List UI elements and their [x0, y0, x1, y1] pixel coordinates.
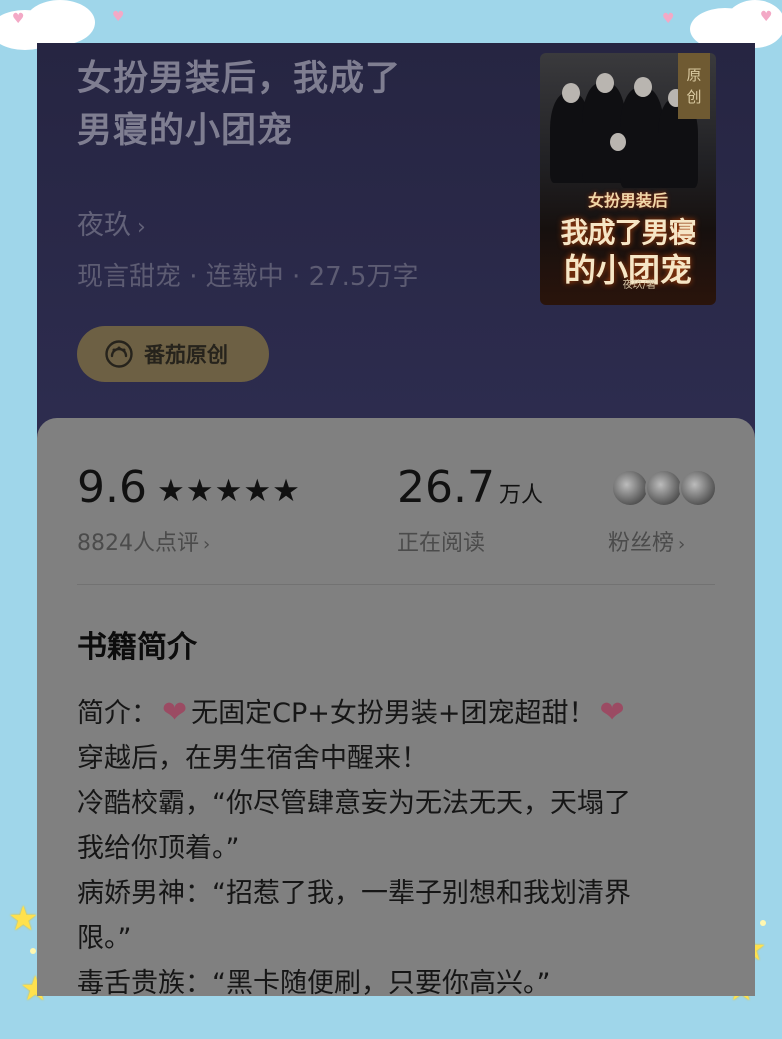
cloud-decoration-left-2	[25, 0, 95, 45]
chevron-right-icon: ›	[678, 534, 686, 555]
book-title: 女扮男装后，我成了 男寝的小团宠	[77, 53, 497, 157]
divider	[77, 584, 715, 585]
rating-value: 9.6	[77, 462, 147, 513]
heart-decoration-icon: ♥	[112, 9, 125, 25]
heart-decoration-icon: ♥	[12, 11, 25, 27]
readers-label: 正在阅读	[397, 531, 486, 556]
intro-line: 限。”	[77, 923, 132, 954]
intro-highlight: 无固定CP+女扮男装+团宠超甜！	[191, 698, 596, 729]
tomato-original-button[interactable]: 番茄原创	[77, 326, 269, 382]
intro-prefix: 简介：	[77, 698, 158, 729]
heart-decoration-icon: ♥	[662, 11, 675, 27]
heart-icon: ❤	[599, 695, 625, 730]
readers-unit: 万人	[498, 483, 543, 508]
cover-face	[596, 73, 614, 93]
author-link[interactable]: 夜玖 ›	[77, 203, 146, 242]
sparkle-decoration-icon	[30, 948, 36, 954]
heart-decoration-icon: ♥	[760, 9, 773, 25]
fan-avatars[interactable]	[611, 469, 719, 507]
intro-line: 冷酷校霸，“你尽管肆意妄为无法无天，天塌了	[77, 788, 631, 819]
cloud-decoration-right-2	[725, 0, 782, 48]
intro-line: 毒舌贵族：“黑卡随便刷，只要你高兴。”	[77, 968, 551, 996]
readers-count: 26.7 万人	[397, 466, 543, 510]
reviews-link[interactable]: 8824人点评 ›	[77, 525, 210, 557]
star-decoration-icon: ★	[8, 899, 39, 939]
tag-label: 番茄原创	[144, 343, 228, 367]
intro-line: 病娇男神：“招惹了我，一辈子别想和我划清界	[77, 878, 631, 909]
fans-ranking-label: 粉丝榜	[608, 531, 675, 556]
badge-char: 创	[686, 88, 702, 106]
book-cover[interactable]: 原 创 女扮男装后 我成了男寝 的小团宠 夜玖/著	[540, 53, 716, 305]
book-intro: 简介： ❤ 无固定CP+女扮男装+团宠超甜！ ❤ 穿越后，在男生宿舍中醒来！ 冷酷校霸…	[77, 690, 727, 996]
heart-icon: ❤	[162, 695, 188, 730]
intro-line: 简介： ❤ 无固定CP+女扮男装+团宠超甜！ ❤	[77, 690, 727, 736]
intro-section-title: 书籍简介	[77, 630, 197, 665]
author-name: 夜玖	[77, 210, 131, 241]
book-info-panel: 9.6 ★★★★★ 8824人点评 › 26.7 万人 正在阅读 粉丝榜 › 书籍简介…	[37, 418, 755, 996]
sparkle-decoration-icon	[760, 920, 766, 926]
readers-number: 26.7	[397, 462, 495, 513]
avatar	[679, 469, 717, 507]
tomato-original-icon	[105, 340, 133, 368]
cover-author: 夜玖/著	[622, 280, 656, 291]
avatar	[611, 469, 649, 507]
intro-line: 我给你顶着。”	[77, 833, 240, 864]
book-title-line: 男寝的小团宠	[77, 111, 294, 151]
book-title-line: 女扮男装后，我成了	[77, 59, 402, 99]
cover-face	[610, 133, 626, 151]
reviews-count: 8824人点评	[77, 531, 199, 556]
chevron-right-icon: ›	[137, 215, 146, 240]
avatar	[645, 469, 683, 507]
fans-ranking-link[interactable]: 粉丝榜 ›	[608, 525, 685, 557]
cover-subtitle: 女扮男装后	[587, 191, 668, 210]
cover-face	[562, 83, 580, 103]
book-meta: 现言甜宠 · 连载中 · 27.5万字	[77, 262, 419, 292]
star-rating-icon: ★★★★★	[157, 473, 301, 509]
book-detail-screen: 女扮男装后，我成了 男寝的小团宠 夜玖 › 现言甜宠 · 连载中 · 27.5万字…	[37, 43, 755, 996]
original-badge: 原 创	[678, 53, 710, 119]
intro-line: 穿越后，在男生宿舍中醒来！	[77, 743, 428, 774]
cover-face	[634, 77, 652, 97]
badge-char: 原	[686, 66, 702, 84]
chevron-right-icon: ›	[203, 534, 211, 555]
